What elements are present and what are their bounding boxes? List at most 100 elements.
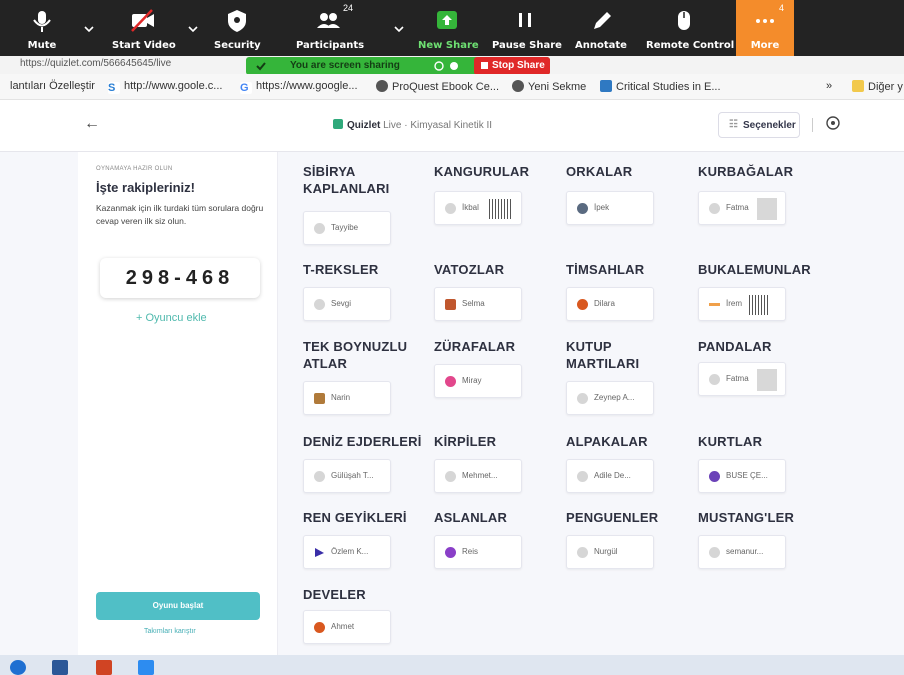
chevron-down-icon[interactable] (186, 22, 200, 36)
add-player-button[interactable]: + Oyuncu ekle (136, 312, 207, 324)
chat-icon[interactable] (138, 660, 154, 675)
video-off-icon (131, 9, 154, 32)
opponents-heading: İşte rakipleriniz! (96, 180, 195, 195)
player-card[interactable]: Sevgi (303, 287, 391, 321)
microphone-icon (33, 11, 51, 32)
participants-count: 24 (343, 3, 354, 13)
default-avatar-icon (709, 374, 720, 385)
player-card[interactable]: İkbal (434, 191, 522, 225)
player-name: Mehmet... (462, 471, 498, 480)
player-card[interactable]: Miray (434, 364, 522, 398)
player-card[interactable]: semanur... (698, 535, 786, 569)
tf-icon (600, 80, 612, 92)
player-card[interactable]: Adile De... (566, 459, 654, 493)
player-name: Miray (462, 376, 482, 385)
orange-avatar-icon (577, 299, 588, 310)
team-name: BUKALEMUNLAR (698, 262, 811, 277)
help-icon[interactable] (824, 114, 842, 132)
player-name: Reis (462, 547, 479, 556)
ready-label: OYNAMAYA HAZIR OLUN (96, 166, 173, 172)
player-card[interactable]: Gülüşah T... (303, 459, 391, 493)
player-card[interactable]: İrem (698, 287, 786, 321)
player-card[interactable]: Dilara (566, 287, 654, 321)
player-name: Fatma (726, 374, 749, 383)
player-name: Fatma (726, 203, 749, 212)
start-video-button[interactable]: Start Video (112, 0, 176, 56)
player-card[interactable]: Ahmet (303, 610, 391, 644)
folder-icon (852, 80, 864, 92)
new-share-button[interactable]: New Share (418, 0, 479, 56)
player-card[interactable]: Fatma (698, 362, 786, 396)
player-card[interactable]: İpek (566, 191, 654, 225)
team-card: KURBAĞALAR Fatma (698, 163, 828, 225)
bookmark-label: Diğer y (868, 81, 903, 93)
bird-avatar-icon (445, 299, 456, 310)
chevron-down-icon[interactable] (392, 22, 406, 36)
new-share-label: New Share (418, 40, 479, 51)
chevron-down-icon[interactable] (82, 22, 96, 36)
redacted-image (749, 295, 769, 315)
player-card[interactable]: Selma (434, 287, 522, 321)
bookmark-goole[interactable]: Shttp://www.goole.c... (108, 80, 222, 94)
other-bookmarks-folder[interactable]: Diğer y (852, 80, 903, 93)
team-card: KUTUP MARTILARI Zeynep A... (566, 338, 696, 415)
join-code: 298-468 (100, 258, 260, 298)
google-icon: G (240, 82, 252, 94)
player-card[interactable]: BUSE ÇE... (698, 459, 786, 493)
team-name: ALPAKALAR (566, 434, 648, 449)
ellipsis-icon (756, 19, 774, 23)
lobby-sidebar: OYNAMAYA HAZIR OLUN İşte rakipleriniz! K… (78, 152, 278, 655)
default-avatar-icon (445, 203, 456, 214)
shuffle-teams-link[interactable]: Takımları karıştır (144, 628, 196, 635)
team-name: T-REKSLER (303, 262, 379, 277)
start-game-button[interactable]: Oyunu başlat (96, 592, 260, 620)
bookmark-label: ProQuest Ebook Ce... (392, 81, 499, 93)
back-arrow-icon[interactable]: ← (84, 115, 100, 133)
bookmark-label: lantıları Özelleştir (10, 80, 95, 92)
participants-button[interactable]: 24 Participants (296, 0, 364, 56)
annotate-button[interactable]: Annotate (572, 0, 630, 56)
player-card[interactable]: Fatma (698, 191, 786, 225)
stop-share-button[interactable]: Stop Share (474, 57, 550, 75)
default-avatar-icon (314, 299, 325, 310)
team-name: DEVELER (303, 587, 366, 602)
bookmark-critical-studies[interactable]: Critical Studies in E... (600, 80, 721, 93)
player-card[interactable]: Narin (303, 381, 391, 415)
windows-logo-icon[interactable] (10, 660, 26, 675)
pause-share-button[interactable]: Pause Share (492, 0, 562, 56)
team-card: TEK BOYNUZLU ATLAR Narin (303, 338, 433, 415)
bookmark-new-tab[interactable]: Yeni Sekme (512, 80, 586, 93)
bookmark-proquest[interactable]: ProQuest Ebook Ce... (376, 80, 499, 93)
quizlet-header: ← Quizlet Live · Kimyasal Kinetik II ☷ S… (0, 100, 904, 152)
bookmarks-bar: lantıları Özelleştir Shttp://www.goole.c… (0, 74, 904, 100)
bookmark-customize-links[interactable]: lantıları Özelleştir (10, 80, 95, 92)
orange-avatar-icon (314, 622, 325, 633)
options-button[interactable]: ☷ Seçenekler (718, 112, 800, 138)
redacted-image (489, 199, 513, 219)
bookmark-google[interactable]: Ghttps://www.google... (240, 80, 358, 94)
player-card[interactable]: Reis (434, 535, 522, 569)
word-icon[interactable] (52, 660, 68, 675)
bookmark-label: Yeni Sekme (528, 81, 587, 93)
header-divider (812, 118, 813, 132)
player-card[interactable]: Tayyibe (303, 211, 391, 245)
remote-control-label: Remote Control (646, 40, 735, 51)
player-card[interactable]: Zeynep A... (566, 381, 654, 415)
security-button[interactable]: Security (214, 0, 261, 56)
player-card[interactable]: Nurgül (566, 535, 654, 569)
bookmarks-overflow-button[interactable]: » (826, 80, 832, 92)
team-card: VATOZLAR Selma (434, 261, 564, 321)
powerpoint-icon[interactable] (96, 660, 112, 675)
mute-button[interactable]: Mute (22, 0, 62, 56)
team-name: MUSTANG'LER (698, 510, 795, 525)
more-button[interactable]: 4 More (736, 0, 794, 56)
player-card[interactable]: Özlem K... (303, 535, 391, 569)
brand-suffix: Live (383, 120, 402, 131)
player-name: Adile De... (594, 471, 631, 480)
default-avatar-icon (314, 471, 325, 482)
player-card[interactable]: Mehmet... (434, 459, 522, 493)
default-avatar-icon (314, 223, 325, 234)
bookmark-label: http://www.goole.c... (124, 80, 223, 92)
settings-icon: ☷ (729, 119, 738, 130)
remote-control-button[interactable]: Remote Control (646, 0, 735, 56)
